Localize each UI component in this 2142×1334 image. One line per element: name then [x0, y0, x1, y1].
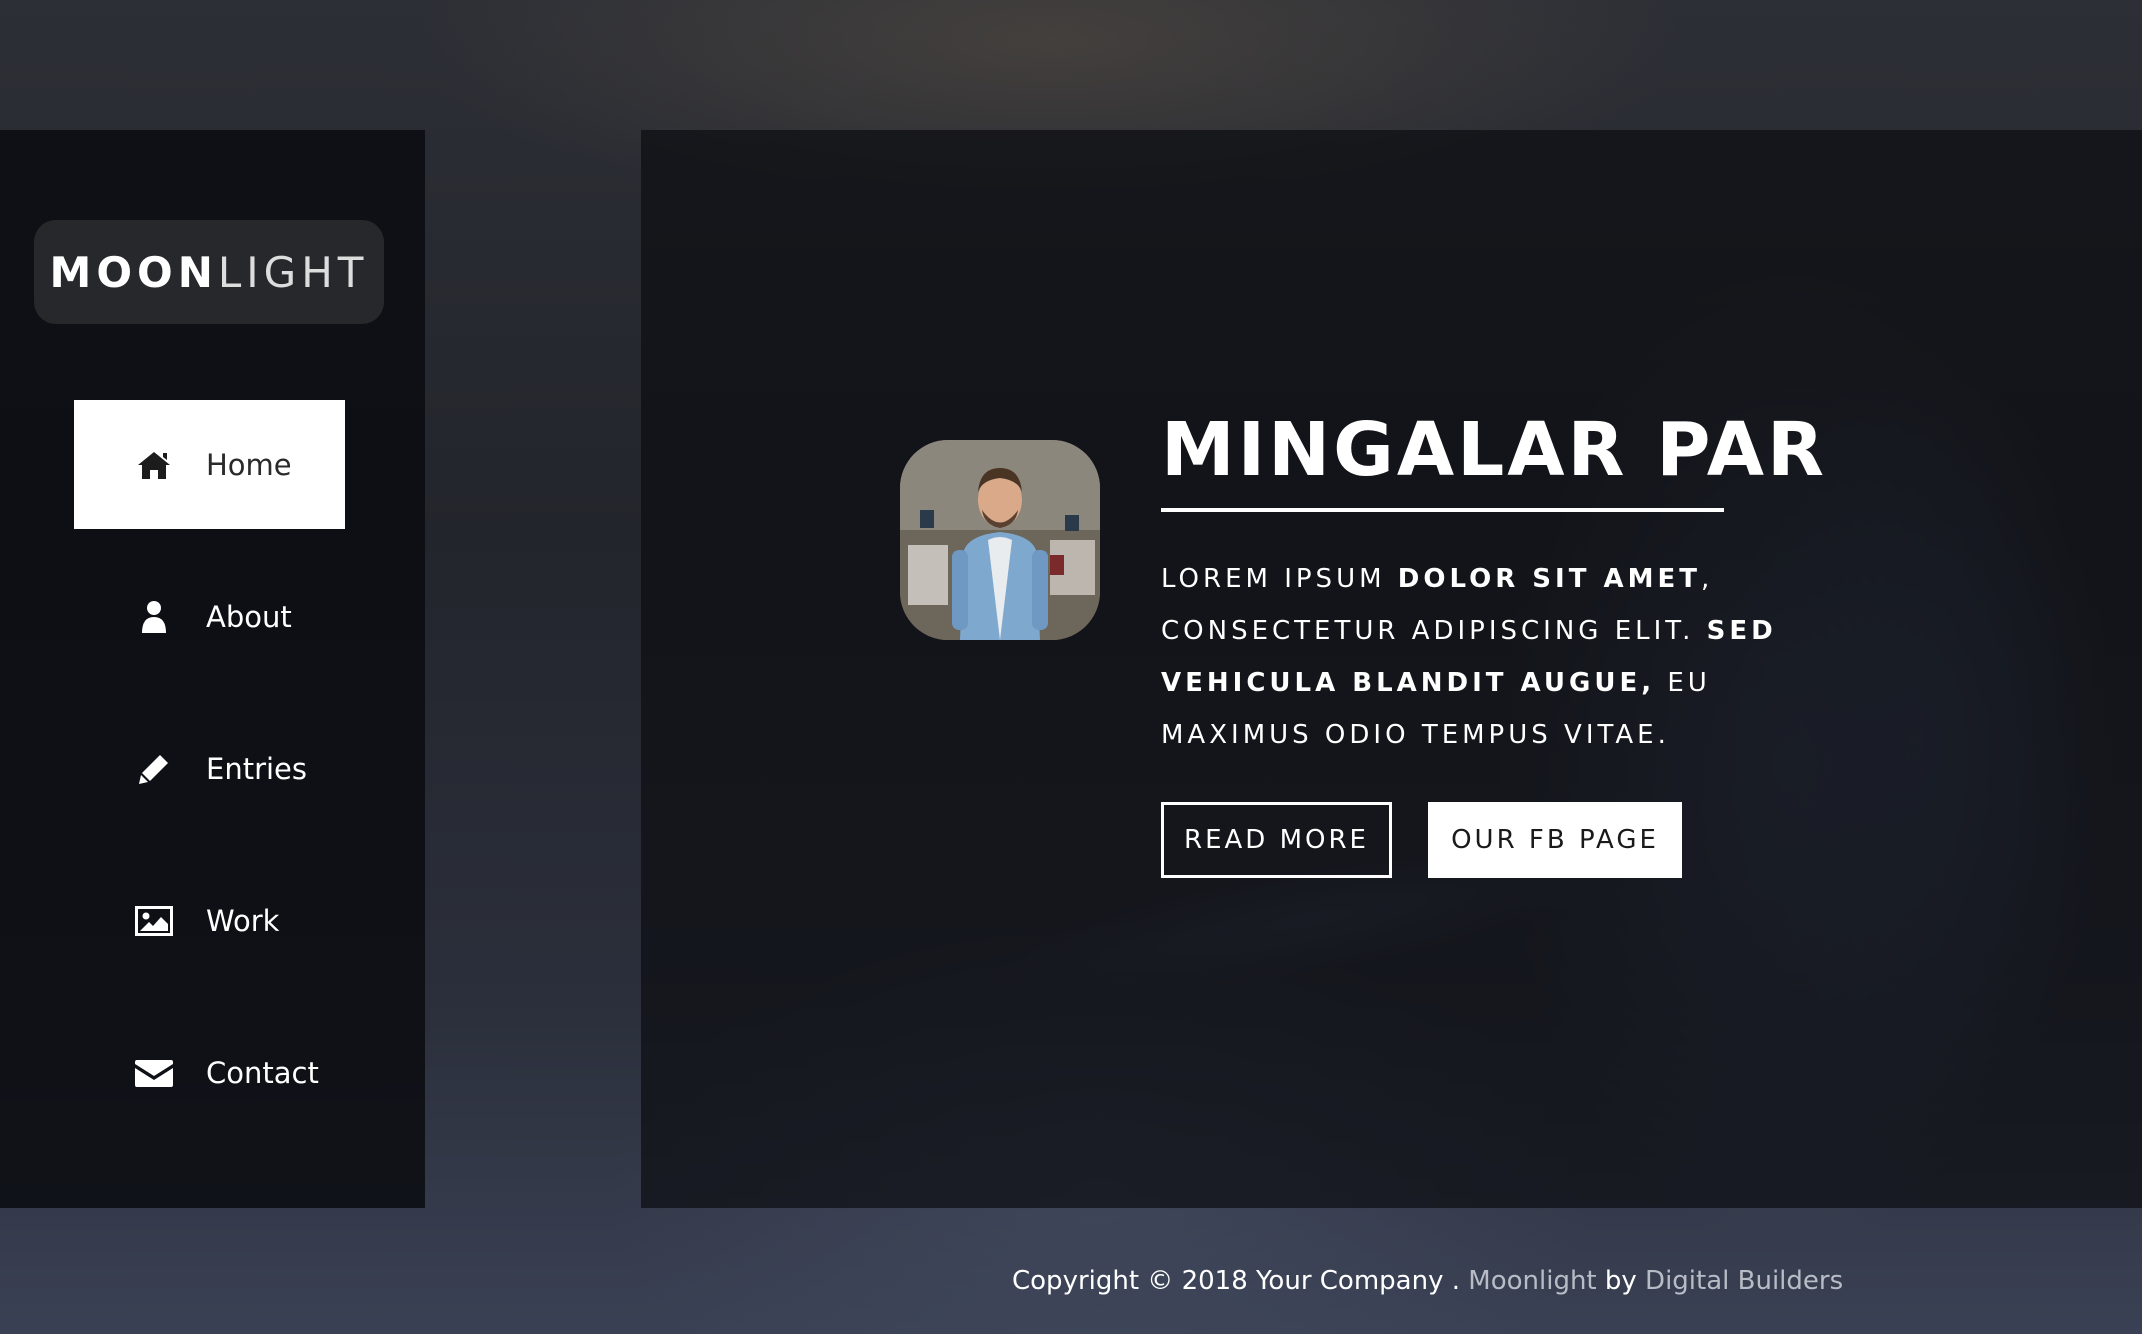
- hero-text-bold: DOLOR SIT AMET: [1397, 564, 1701, 594]
- sidebar-item-home[interactable]: Home: [74, 400, 345, 529]
- page: MOON LIGHT Home About Entries Work Conta…: [0, 0, 2142, 1334]
- sidebar-item-label: Work: [206, 903, 280, 938]
- footer: Copyright © 2018 Your Company . Moonligh…: [1012, 1266, 1843, 1296]
- sidebar-item-work[interactable]: Work: [74, 856, 345, 985]
- hero-text-part: LOREM IPSUM: [1161, 564, 1398, 594]
- fb-page-button[interactable]: OUR FB PAGE: [1428, 802, 1682, 878]
- sidebar-nav: Home About Entries Work Contact: [74, 400, 345, 1160]
- avatar: [900, 440, 1100, 640]
- image-icon: [134, 903, 174, 939]
- hero-title: MINGALAR PAR: [1161, 407, 1827, 493]
- footer-brand-link[interactable]: Moonlight: [1468, 1266, 1596, 1296]
- read-more-button[interactable]: READ MORE: [1161, 802, 1392, 878]
- footer-author-link[interactable]: Digital Builders: [1645, 1266, 1843, 1296]
- brand-logo[interactable]: MOON LIGHT: [34, 220, 384, 324]
- sidebar-item-label: Home: [206, 447, 292, 482]
- sidebar-item-label: Entries: [206, 751, 308, 786]
- user-icon: [134, 599, 174, 635]
- home-icon: [134, 447, 174, 483]
- sidebar-item-entries[interactable]: Entries: [74, 704, 345, 833]
- brand-logo-light: LIGHT: [217, 247, 369, 297]
- sidebar-item-about[interactable]: About: [74, 552, 345, 681]
- sidebar-item-contact[interactable]: Contact: [74, 1008, 345, 1137]
- envelope-icon: [134, 1055, 174, 1091]
- sidebar-item-label: About: [206, 599, 292, 634]
- sidebar-item-label: Contact: [206, 1055, 319, 1090]
- sidebar: MOON LIGHT Home About Entries Work Conta…: [0, 130, 425, 1208]
- footer-by: by: [1596, 1266, 1646, 1296]
- hero-title-underline: [1161, 508, 1724, 512]
- brand-logo-strong: MOON: [49, 247, 218, 297]
- pencil-icon: [134, 751, 174, 787]
- hero-description: LOREM IPSUM DOLOR SIT AMET, CONSECTETUR …: [1161, 553, 1821, 761]
- footer-copyright: Copyright © 2018 Your Company .: [1012, 1266, 1469, 1296]
